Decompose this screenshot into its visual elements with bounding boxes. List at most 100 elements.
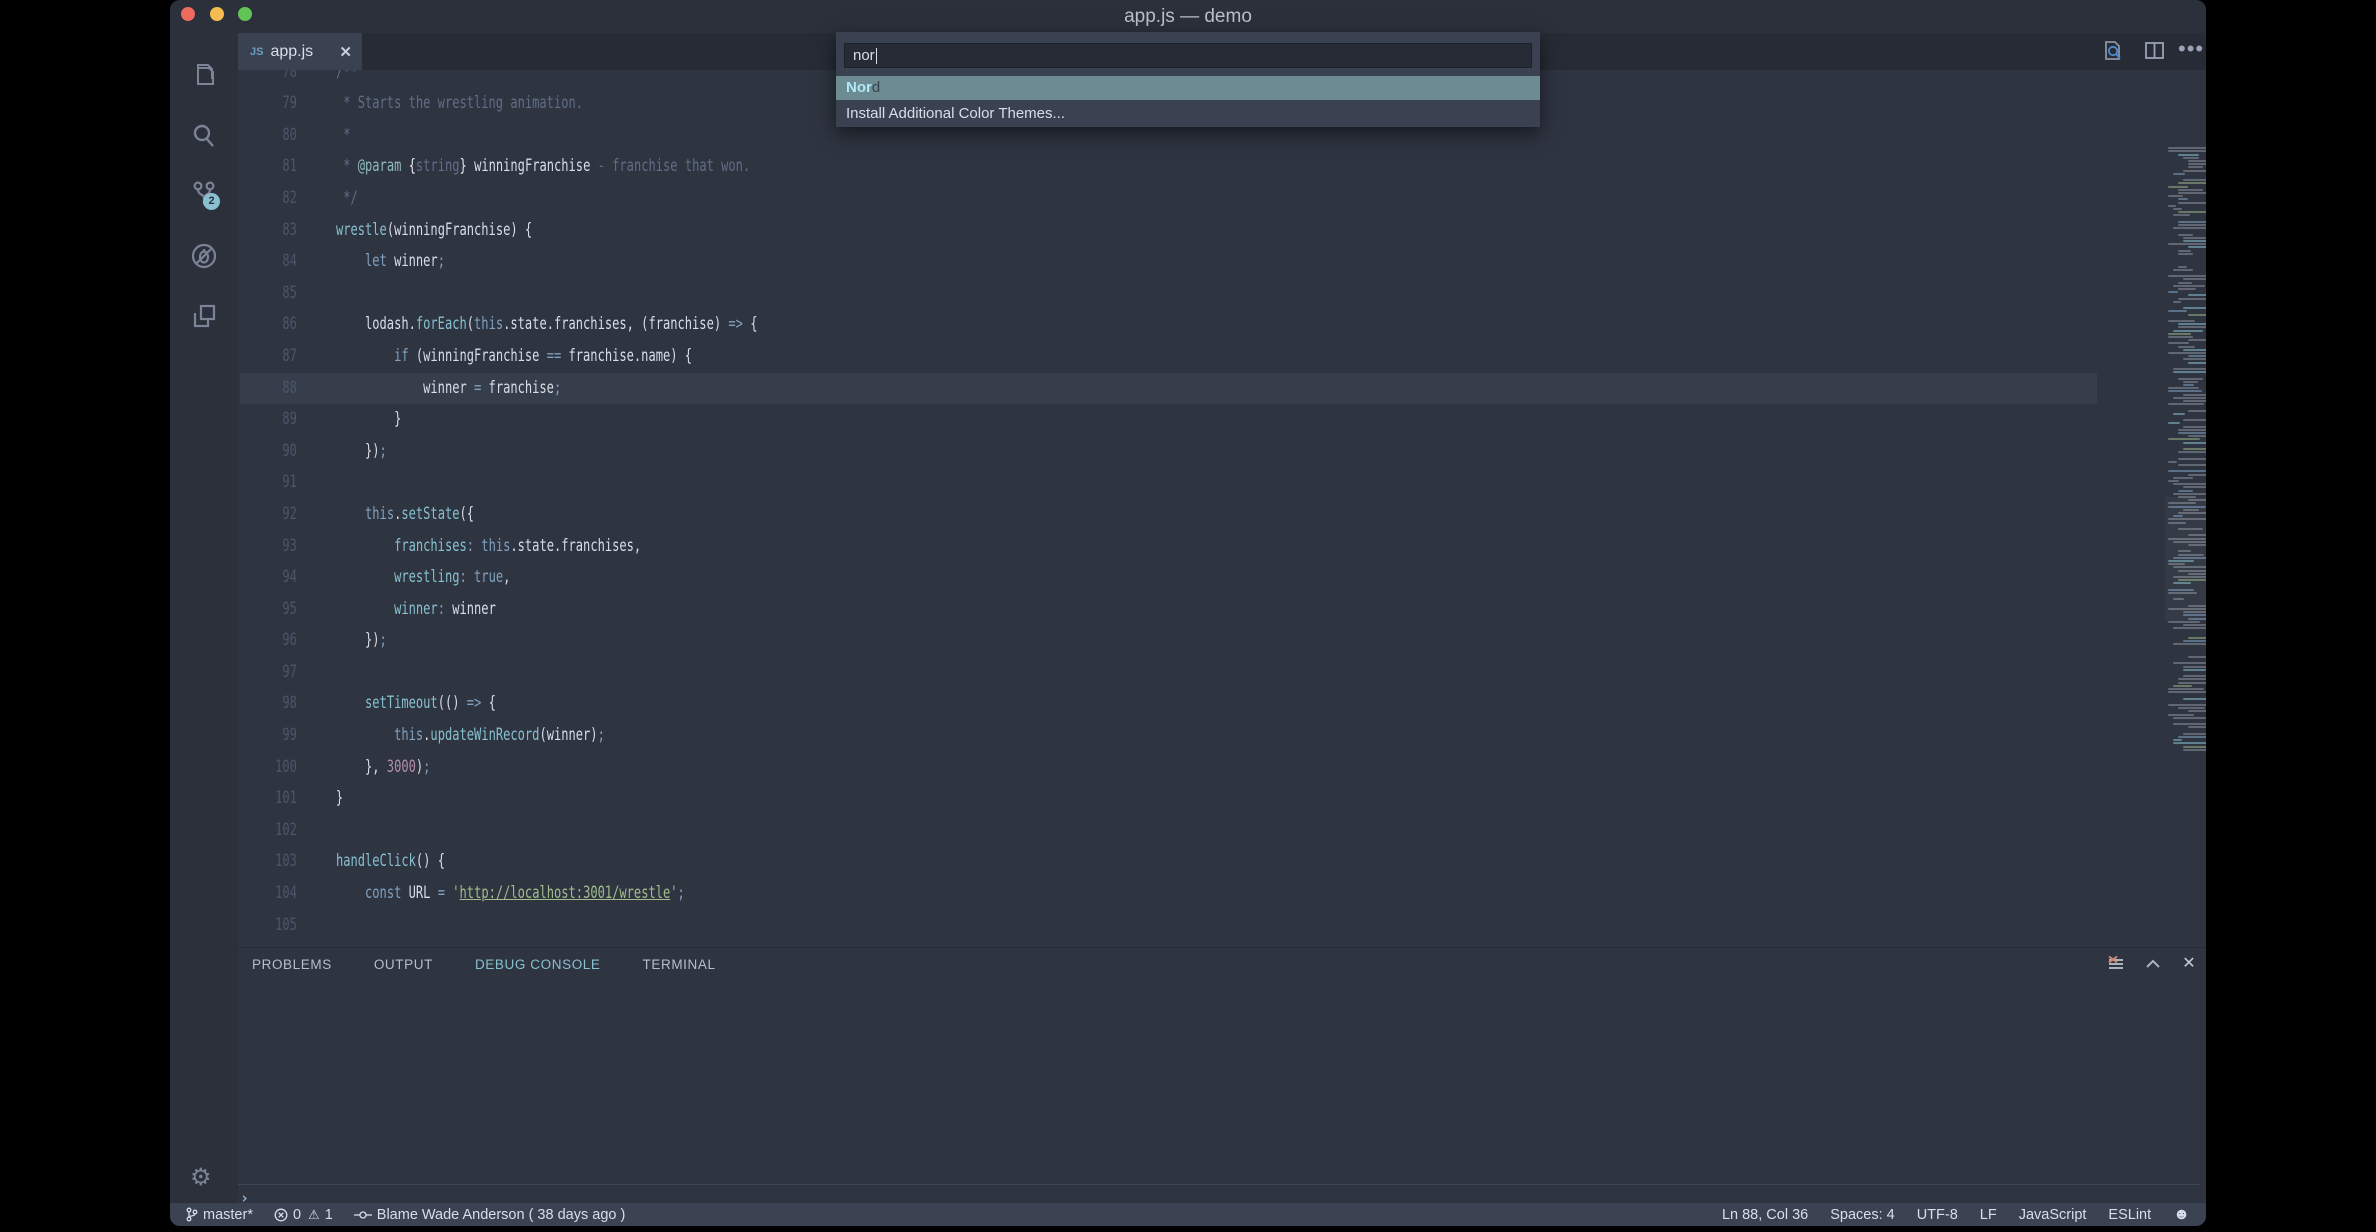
status-bar: master* 0 ⚠ 1 Blame — [170, 1203, 2206, 1226]
line-number: 87 — [238, 341, 297, 373]
minimap-line — [2173, 685, 2192, 687]
cursor-position[interactable]: Ln 88, Col 36 — [1722, 1207, 1808, 1223]
minimap-line — [2168, 589, 2194, 591]
tab-close-icon[interactable]: ✕ — [339, 43, 352, 61]
minimap-line — [2178, 512, 2206, 514]
minimap-line — [2173, 742, 2206, 744]
minimap-line — [2168, 538, 2206, 540]
linter-status[interactable]: ESLint — [2108, 1207, 2151, 1223]
minimap-line — [2178, 154, 2199, 156]
minimap-line — [2188, 573, 2206, 575]
minimap-line — [2183, 624, 2206, 626]
code-line: 89 } — [238, 404, 2206, 436]
code-line: 88 winner = franchise; — [238, 373, 2206, 405]
minimap-line — [2178, 266, 2187, 268]
minimap-line — [2188, 499, 2206, 501]
line-number: 85 — [238, 278, 297, 310]
minimap-line — [2178, 378, 2203, 380]
minimap-line — [2168, 592, 2197, 594]
minimap-line — [2183, 384, 2194, 386]
clear-console-icon[interactable] — [2106, 954, 2128, 976]
line-number: 105 — [238, 910, 297, 942]
minimap-line — [2168, 621, 2200, 623]
feedback-smiley-icon[interactable]: ☻ — [2173, 1206, 2190, 1224]
quick-pick-item[interactable]: Nord — [836, 76, 1540, 100]
search-icon[interactable] — [189, 121, 219, 151]
minimap-line — [2183, 611, 2206, 613]
text-cursor — [876, 48, 877, 64]
open-preview-icon[interactable] — [2100, 38, 2126, 64]
debug-icon[interactable] — [189, 241, 219, 271]
error-count[interactable]: 0 — [274, 1207, 301, 1223]
minimap-line — [2168, 147, 2206, 149]
indentation[interactable]: Spaces: 4 — [1830, 1207, 1895, 1223]
code-line: 92 this.setState({ — [238, 499, 2206, 531]
eol-sequence[interactable]: LF — [1980, 1207, 1997, 1223]
settings-gear-icon[interactable]: ⚙ — [190, 1163, 212, 1192]
minimap-line — [2188, 410, 2206, 412]
vscode-window: app.js — demo 2 — [170, 0, 2206, 1226]
quick-pick-input[interactable]: nor — [844, 43, 1532, 68]
extensions-icon[interactable] — [189, 301, 219, 331]
minimap-line — [2183, 442, 2206, 444]
minimap-line — [2183, 170, 2206, 172]
minimap-line — [2183, 419, 2206, 421]
minimap-line — [2183, 448, 2206, 450]
warning-count-value: 1 — [325, 1207, 333, 1223]
minimap-line — [2178, 490, 2193, 492]
minimap-line — [2168, 714, 2194, 716]
tab-appjs[interactable]: JS app.js ✕ — [238, 33, 362, 70]
more-actions-icon[interactable]: ••• — [2178, 38, 2204, 64]
warning-count[interactable]: ⚠ 1 — [308, 1207, 333, 1223]
code-editor[interactable]: 78 /**79 * Starts the wrestling animatio… — [238, 70, 2206, 947]
minimap-line — [2173, 515, 2183, 517]
minimap[interactable] — [2165, 140, 2206, 947]
javascript-file-icon: JS — [250, 46, 263, 58]
panel-tab-output[interactable]: OUTPUT — [374, 957, 433, 972]
maximize-panel-icon[interactable] — [2143, 954, 2165, 976]
minimap-line — [2173, 227, 2206, 229]
minimap-line — [2168, 470, 2206, 472]
warning-icon: ⚠ — [308, 1207, 320, 1223]
minimap-line — [2188, 544, 2206, 546]
line-number: 78 — [238, 70, 297, 88]
bottom-panel: PROBLEMSOUTPUTDEBUG CONSOLETERMINAL ✕ › — [238, 947, 2206, 1203]
line-number: 99 — [238, 720, 297, 752]
code-line: 100 }, 3000); — [238, 752, 2206, 784]
minimap-line — [2168, 480, 2179, 482]
minimap-line — [2173, 493, 2206, 495]
line-number: 100 — [238, 752, 297, 784]
line-number: 79 — [238, 88, 297, 120]
title-bar: app.js — demo — [170, 0, 2206, 33]
minimap-line — [2178, 211, 2206, 213]
quick-pick-item[interactable]: Install Additional Color Themes... — [836, 100, 1540, 127]
line-number: 93 — [238, 531, 297, 563]
language-mode[interactable]: JavaScript — [2019, 1207, 2087, 1223]
minimap-line — [2188, 710, 2206, 712]
code-line: 94 wrestling: true, — [238, 562, 2206, 594]
minimap-line — [2168, 205, 2176, 207]
minimap-line — [2183, 358, 2206, 360]
panel-tab-debug-console[interactable]: DEBUG CONSOLE — [475, 957, 601, 972]
panel-tab-terminal[interactable]: TERMINAL — [643, 957, 716, 972]
explorer-icon[interactable] — [189, 60, 219, 90]
minimap-line — [2168, 688, 2204, 690]
close-panel-icon[interactable]: ✕ — [2178, 954, 2200, 976]
minimap-line — [2168, 387, 2199, 389]
minimap-line — [2178, 528, 2203, 530]
minimap-line — [2178, 189, 2203, 191]
panel-tab-problems[interactable]: PROBLEMS — [252, 957, 332, 972]
minimap-line — [2183, 307, 2206, 309]
blame-status[interactable]: Blame Wade Anderson ( 38 days ago ) — [354, 1207, 626, 1223]
minimap-line — [2168, 563, 2185, 565]
minimap-line — [2178, 326, 2206, 328]
git-branch-status[interactable]: master* — [186, 1207, 253, 1223]
source-control-badge: 2 — [203, 193, 220, 210]
split-editor-icon[interactable] — [2142, 38, 2168, 64]
minimap-line — [2183, 400, 2206, 402]
minimap-slider[interactable] — [2165, 497, 2206, 621]
quick-pick-list: NordInstall Additional Color Themes... — [836, 76, 1540, 127]
minimap-line — [2188, 314, 2206, 316]
encoding[interactable]: UTF-8 — [1917, 1207, 1958, 1223]
minimap-line — [2168, 342, 2189, 344]
